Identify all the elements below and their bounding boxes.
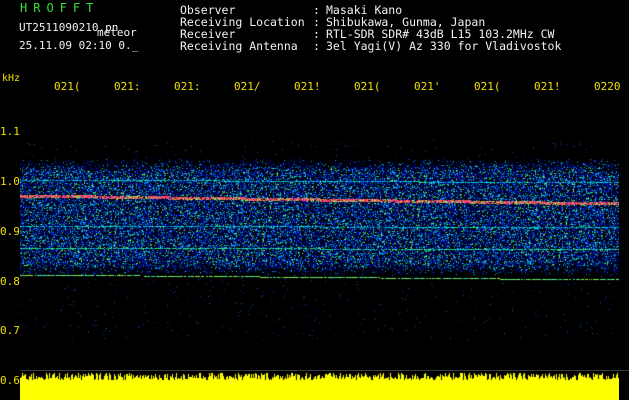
metadata-value: 3el Yagi(V) Az 330 for Vladivostok — [326, 39, 562, 53]
x-tick-label: 021! — [294, 80, 321, 93]
metadata-label: Receiving Antenna — [180, 39, 298, 53]
x-tick-label: 021: — [114, 80, 141, 93]
y-tick-label: 1.0 — [0, 175, 20, 188]
noise-floor-separator — [20, 370, 629, 371]
spectrogram-canvas — [20, 100, 619, 400]
x-tick-label: 021( — [474, 80, 501, 93]
spectrogram-area — [20, 100, 619, 400]
x-tick-label: 021( — [354, 80, 381, 93]
x-tick-label: 0220 — [594, 80, 621, 93]
app-brand: HROFFT — [20, 1, 100, 15]
x-tick-label: 021/ — [234, 80, 261, 93]
y-axis-unit: kHz — [2, 73, 21, 84]
capture-datetime: 25.11.09 02:10 0._ — [19, 39, 139, 52]
y-tick-label: 1.1 — [0, 125, 20, 138]
x-tick-label: 021( — [54, 80, 81, 93]
y-tick-label: 0.6 — [0, 374, 20, 387]
file-name-suffix: meteor — [97, 26, 137, 39]
x-tick-label: 021! — [534, 80, 561, 93]
y-tick-label: 0.8 — [0, 275, 20, 288]
x-tick-label: 021' — [414, 80, 441, 93]
y-tick-label: 0.7 — [0, 324, 20, 337]
metadata-separator: : — [313, 39, 320, 53]
x-tick-label: 021: — [174, 80, 201, 93]
y-tick-label: 0.9 — [0, 225, 20, 238]
